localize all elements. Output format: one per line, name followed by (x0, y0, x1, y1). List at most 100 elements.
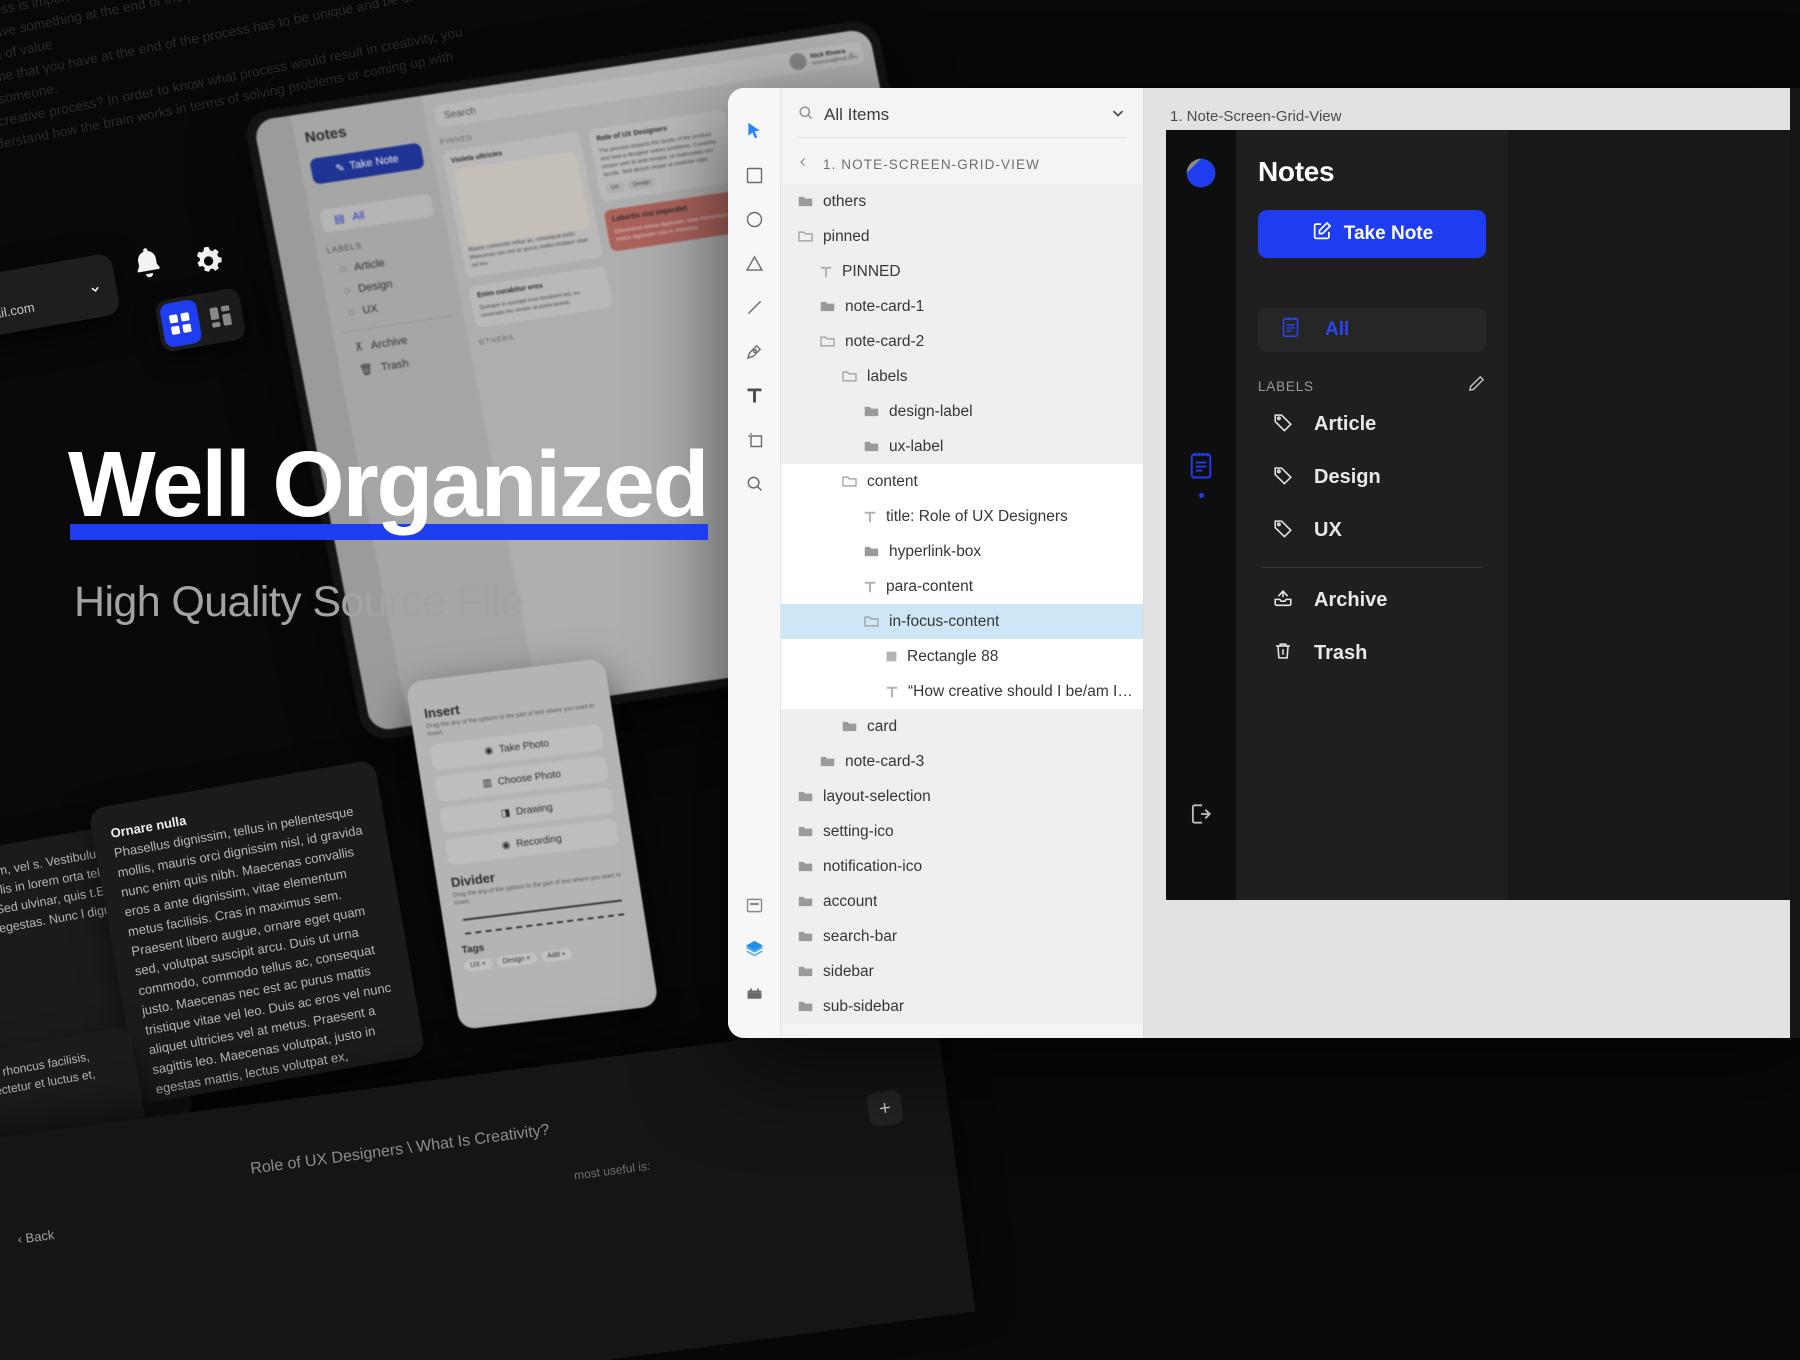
layer-row[interactable]: note-card-2 (781, 324, 1143, 359)
tablet-note-card: Enim curabitur eros Quisque in suscipit … (468, 266, 613, 328)
layer-row[interactable]: pinned (781, 219, 1143, 254)
layer-row[interactable]: account (781, 884, 1143, 919)
list-layout-icon[interactable] (199, 292, 243, 342)
frame-label: 1. Note-Screen-Grid-View (1170, 108, 1341, 125)
archive-icon (1272, 587, 1294, 614)
layer-row[interactable]: search-bar (781, 919, 1143, 954)
triangle-icon[interactable] (733, 242, 775, 284)
cursor-icon[interactable] (733, 110, 775, 152)
chevron-left-icon[interactable] (797, 154, 809, 174)
layer-row-label: labels (867, 368, 908, 386)
text-layer-icon (885, 685, 899, 699)
layout-toggle[interactable] (154, 287, 247, 353)
layer-row[interactable]: notification-ico (781, 849, 1143, 884)
pen-icon[interactable] (733, 330, 775, 372)
reader-breadcrumb: Role of UX Designers \ What Is Creativit… (249, 1122, 550, 1179)
search-input[interactable]: All Items (824, 105, 1099, 125)
layer-row[interactable]: title: Role of UX Designers (781, 499, 1143, 534)
layer-row[interactable]: “How creative should I be/am I… (781, 674, 1143, 709)
layer-row[interactable]: design-label (781, 394, 1143, 429)
tablet-all-label: All (351, 209, 365, 223)
folder-filled-icon (863, 543, 880, 560)
edit-square-icon: ✎ (334, 161, 346, 175)
folder-filled-icon (797, 858, 814, 875)
layer-row[interactable]: para-content (781, 569, 1143, 604)
account-info: era a34@mail.com (0, 272, 85, 330)
label-item-ux[interactable]: UX (1258, 504, 1486, 557)
breadcrumb[interactable]: 1. NOTE-SCREEN-GRID-VIEW (781, 138, 1143, 184)
layer-row[interactable]: layout-selection (781, 779, 1143, 814)
layer-row-label: note-card-2 (845, 333, 924, 351)
layer-row-label: Rectangle 88 (907, 648, 998, 666)
layers-icon[interactable] (733, 928, 775, 970)
design-tool-window: All Items 1. NOTE-SCREEN-GRID-VIEW other… (728, 88, 1800, 1038)
notepad-icon[interactable] (1187, 451, 1215, 486)
component-icon[interactable] (733, 972, 775, 1014)
tablet-note-card: Lobortis nisl imperdiet Elementum metus … (603, 190, 748, 252)
window-right-edge (1790, 88, 1800, 1038)
chevron-down-icon[interactable] (1109, 104, 1127, 126)
design-canvas[interactable]: 1. Note-Screen-Grid-View (1144, 88, 1800, 1038)
line-icon[interactable] (733, 286, 775, 328)
settings-gear-icon[interactable] (189, 241, 229, 285)
layer-row-label: “How creative should I be/am I… (908, 683, 1133, 701)
trash-item[interactable]: Trash (1258, 627, 1486, 680)
layers-search[interactable]: All Items (781, 88, 1143, 138)
archive-label: Archive (1314, 589, 1387, 612)
preview-app-title: Notes (1258, 156, 1486, 188)
all-notes-item[interactable]: All (1258, 308, 1486, 352)
layer-row[interactable]: PINNED (781, 254, 1143, 289)
tablet-chip: UX (605, 182, 624, 194)
archive-item[interactable]: Archive (1258, 574, 1486, 627)
label-item-design[interactable]: Design (1258, 451, 1486, 504)
logout-icon[interactable] (1188, 801, 1214, 832)
layer-row[interactable]: sub-sidebar (781, 989, 1143, 1024)
tag-icon: ◌ (343, 285, 352, 298)
label-item-article[interactable]: Article (1258, 398, 1486, 451)
notepad-icon (1280, 316, 1301, 345)
square-icon[interactable] (733, 154, 775, 196)
circle-icon[interactable] (733, 198, 775, 240)
account-chip[interactable]: era a34@mail.com ⌄ (0, 252, 121, 345)
layer-tree[interactable]: otherspinnedPINNED note-card-1 note-card-2… (781, 184, 1143, 1038)
archive-icon: ⊼ (354, 340, 364, 354)
chevron-down-icon[interactable]: ⌄ (86, 276, 104, 298)
layer-row[interactable]: card (781, 709, 1143, 744)
tablet-note-card: Role of UX Designers The process impacts… (588, 110, 738, 202)
layer-row[interactable]: setting-ico (781, 814, 1143, 849)
layer-row[interactable]: in-focus-content (781, 604, 1143, 639)
layer-row[interactable]: others (781, 184, 1143, 219)
tag-icon (1272, 517, 1294, 544)
layer-row[interactable]: labels (781, 359, 1143, 394)
folder-filled-icon (819, 298, 836, 315)
layer-row-label: card (867, 718, 897, 736)
folder-filled-icon (797, 963, 814, 980)
background-text-line: al and of value (0, 0, 428, 71)
labels-header: LABELS (1258, 374, 1486, 398)
layer-row[interactable]: note-card-3 (781, 744, 1143, 779)
take-note-label: Take Note (1344, 223, 1433, 245)
layer-row-label: para-content (886, 578, 973, 596)
layer-row[interactable]: Rectangle 88 (781, 639, 1143, 674)
folder-open-icon (863, 613, 880, 630)
layer-row[interactable]: sidebar (781, 954, 1143, 989)
tablet-take-note-button: ✎ Take Note (309, 142, 425, 184)
grid-layout-icon[interactable] (159, 299, 203, 349)
text-t-icon[interactable] (733, 374, 775, 416)
note-card-body: olor rhoncus facilisis, nsectetur et luc… (0, 1042, 124, 1102)
layer-row[interactable]: hyperlink-box (781, 534, 1143, 569)
layer-row[interactable]: note-card-1 (781, 289, 1143, 324)
tablet-search-placeholder: Search (443, 105, 476, 121)
layer-row-label: design-label (889, 403, 973, 421)
folder-filled-icon (797, 193, 814, 210)
pencil-edit-icon[interactable] (1467, 374, 1486, 398)
panel-icon[interactable] (733, 884, 775, 926)
layer-row-label: note-card-1 (845, 298, 924, 316)
notification-bell-icon[interactable] (127, 242, 170, 289)
layer-row[interactable]: content (781, 464, 1143, 499)
take-note-button[interactable]: Take Note (1258, 210, 1486, 258)
tablet-app-title: Notes (303, 113, 417, 146)
layer-row[interactable]: ux-label (781, 429, 1143, 464)
add-tag-chip: Add + (541, 948, 573, 963)
trash-icon: 🗑 (358, 362, 374, 377)
